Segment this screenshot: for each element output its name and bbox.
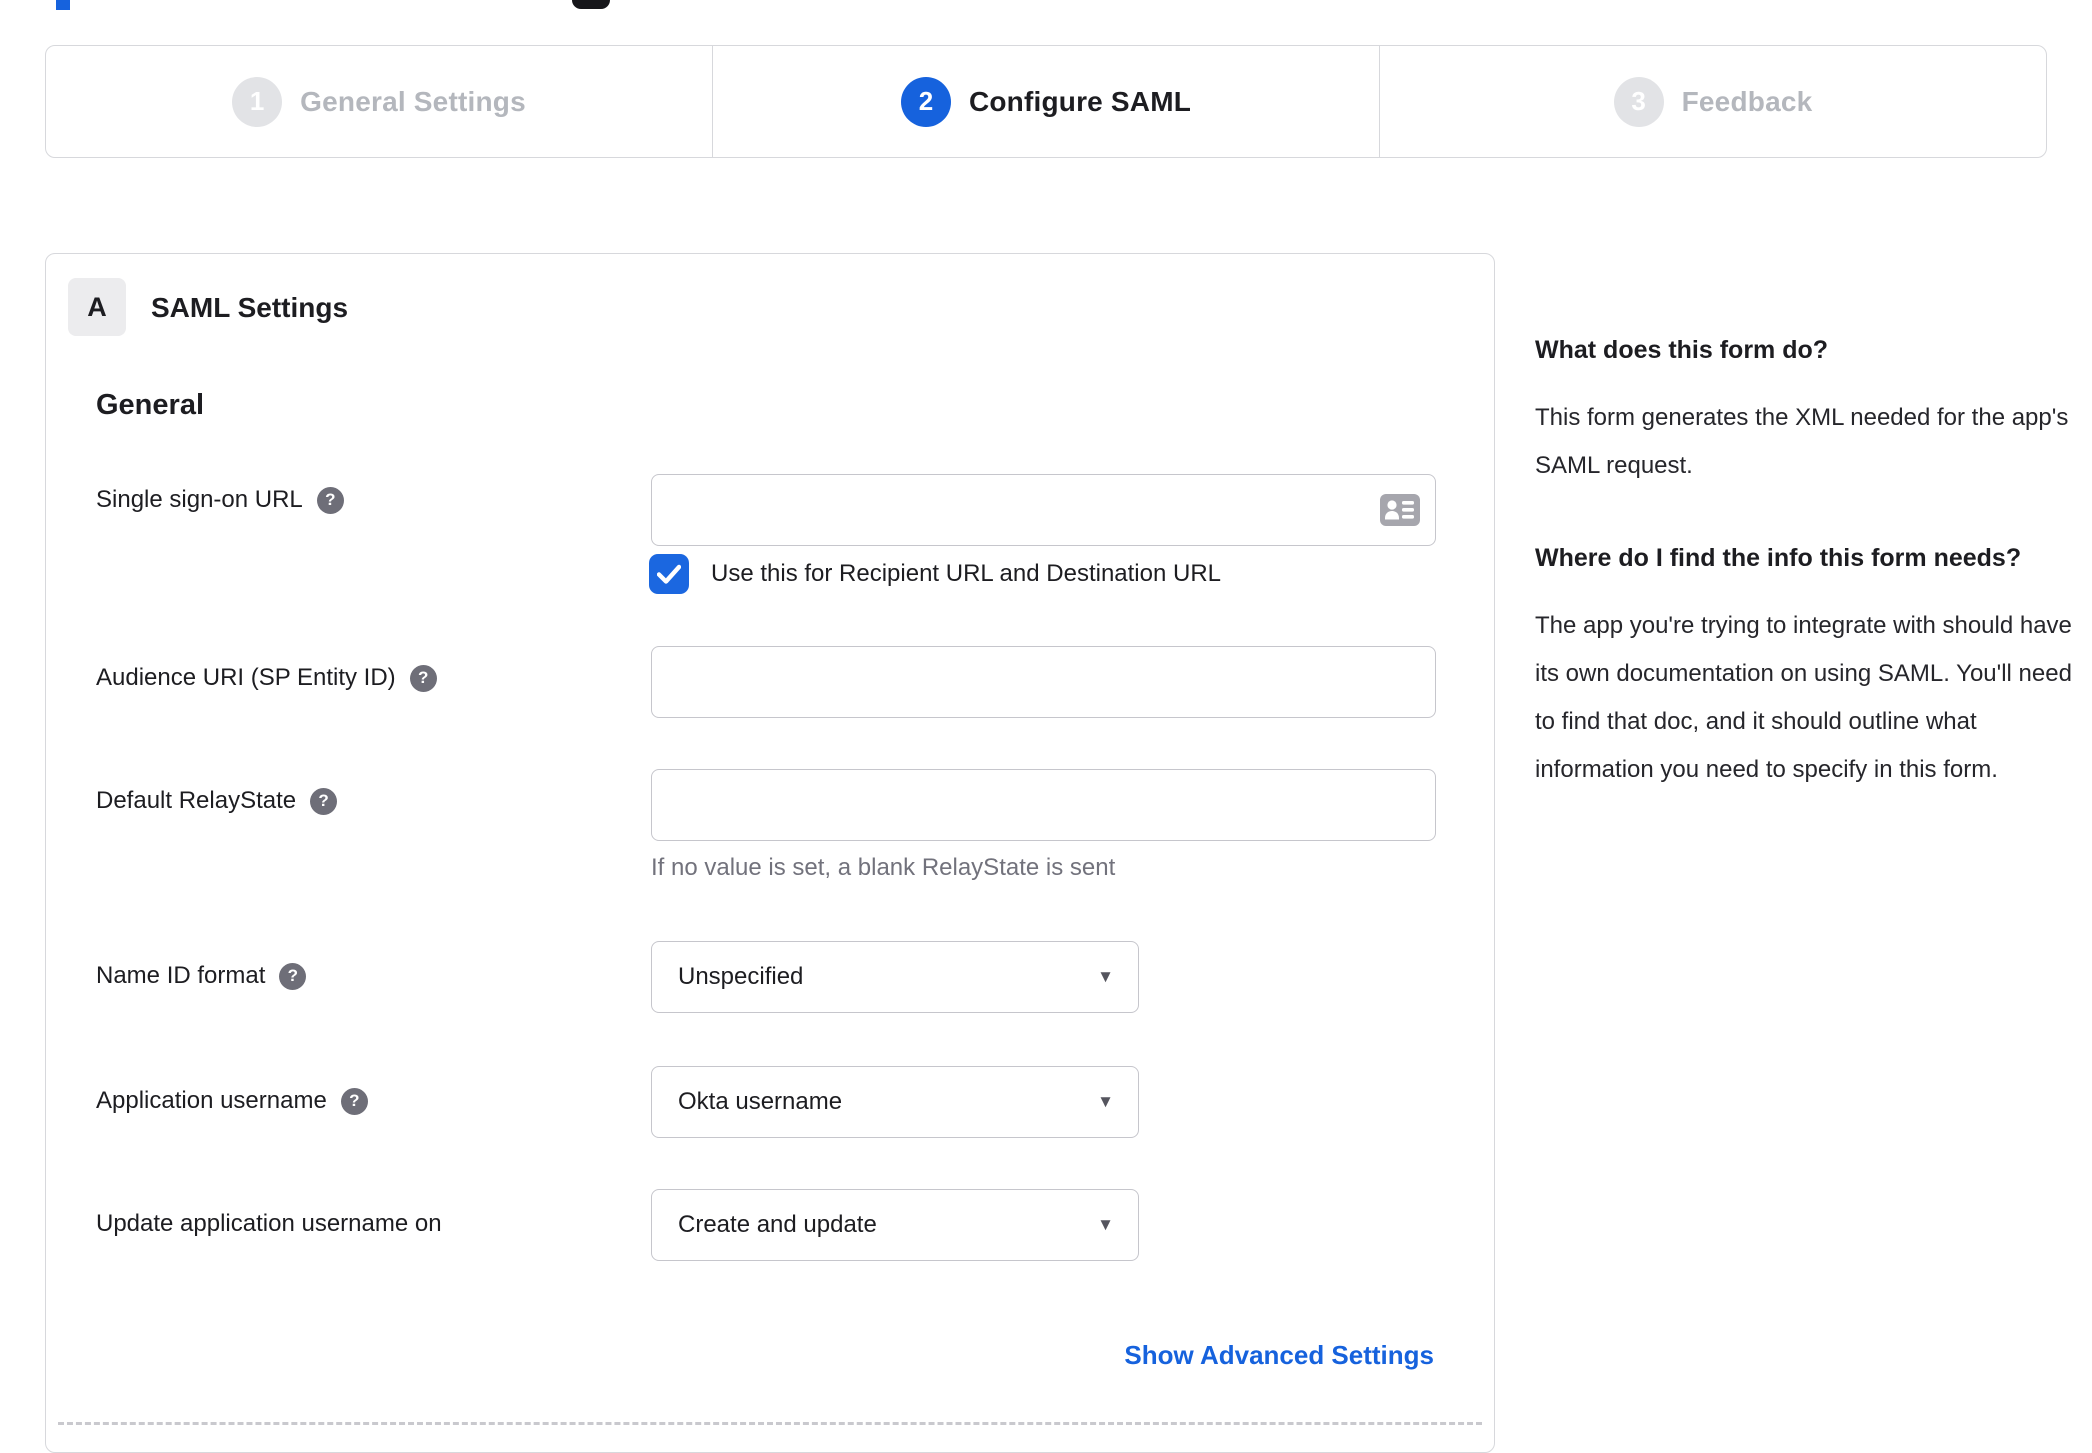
application-username-value: Okta username xyxy=(678,1088,843,1115)
chevron-down-icon: ▼ xyxy=(1097,1215,1114,1234)
audience-uri-label: Audience URI (SP Entity ID) ? xyxy=(96,664,437,692)
help-icon[interactable]: ? xyxy=(310,787,338,815)
application-username-label: Application username ? xyxy=(96,1087,368,1115)
sidebar-heading-1: What does this form do? xyxy=(1535,336,1829,364)
group-title-general: General xyxy=(96,389,204,421)
default-relaystate-input[interactable] xyxy=(651,769,1436,841)
clipped-blue-tab-fragment xyxy=(56,0,70,10)
update-app-username-label-text: Update application username on xyxy=(96,1210,442,1237)
show-advanced-settings-link[interactable]: Show Advanced Settings xyxy=(1124,1340,1434,1371)
sidebar-body-2: The app you're trying to integrate with … xyxy=(1535,612,2072,783)
single-sign-on-url-field-wrap xyxy=(651,474,1436,546)
step-2-label: Configure SAML xyxy=(968,85,1192,117)
sidebar-body-1: This form generates the XML needed for t… xyxy=(1535,404,2069,479)
recipient-url-checkbox-row: Use this for Recipient URL and Destinati… xyxy=(649,554,1221,594)
section-a-badge: A xyxy=(68,278,126,336)
update-app-username-value: Create and update xyxy=(678,1211,877,1238)
update-app-username-select[interactable]: Create and update ▼ xyxy=(651,1189,1139,1261)
wizard-stepper: 1 General Settings 2 Configure SAML 3 Fe… xyxy=(45,45,2047,158)
contact-card-icon[interactable] xyxy=(1380,494,1420,526)
audience-uri-label-text: Audience URI (SP Entity ID) xyxy=(96,664,396,691)
step-3-label: Feedback xyxy=(1681,85,1813,117)
relaystate-hint: If no value is set, a blank RelayState i… xyxy=(651,854,1116,881)
single-sign-on-url-label-text: Single sign-on URL xyxy=(96,486,303,513)
name-id-format-value: Unspecified xyxy=(678,963,804,990)
help-icon[interactable]: ? xyxy=(316,486,344,514)
step-general-settings[interactable]: 1 General Settings xyxy=(46,46,712,157)
section-title: SAML Settings xyxy=(151,292,349,323)
sidebar-heading-2: Where do I find the info this form needs… xyxy=(1535,544,2022,572)
name-id-format-select[interactable]: Unspecified ▼ xyxy=(651,941,1139,1013)
help-sidebar: What does this form do? This form genera… xyxy=(1535,328,2083,840)
single-sign-on-url-label: Single sign-on URL ? xyxy=(96,486,344,514)
saml-settings-panel: A SAML Settings General Single sign-on U… xyxy=(45,253,1495,1453)
step-feedback[interactable]: 3 Feedback xyxy=(1379,46,2046,157)
help-icon[interactable]: ? xyxy=(279,962,307,990)
chevron-down-icon: ▼ xyxy=(1097,1092,1114,1111)
step-2-number: 2 xyxy=(900,76,951,127)
clipped-black-icon-fragment xyxy=(572,0,610,9)
recipient-url-checkbox[interactable] xyxy=(649,554,689,594)
audience-uri-input[interactable] xyxy=(651,646,1436,718)
help-icon[interactable]: ? xyxy=(409,664,437,692)
dashed-divider xyxy=(58,1422,1482,1425)
application-username-label-text: Application username xyxy=(96,1087,327,1114)
single-sign-on-url-input[interactable] xyxy=(651,474,1436,546)
step-configure-saml[interactable]: 2 Configure SAML xyxy=(712,46,1379,157)
recipient-url-checkbox-label: Use this for Recipient URL and Destinati… xyxy=(711,560,1222,587)
step-3-number: 3 xyxy=(1613,76,1664,127)
default-relaystate-label: Default RelayState ? xyxy=(96,787,338,815)
default-relaystate-label-text: Default RelayState xyxy=(96,787,297,814)
update-app-username-label: Update application username on xyxy=(96,1210,442,1238)
application-username-select[interactable]: Okta username ▼ xyxy=(651,1066,1139,1138)
name-id-format-label: Name ID format ? xyxy=(96,962,307,990)
name-id-format-label-text: Name ID format xyxy=(96,962,266,989)
chevron-down-icon: ▼ xyxy=(1097,967,1114,986)
step-1-number: 1 xyxy=(232,76,283,127)
step-1-label: General Settings xyxy=(300,85,526,117)
help-icon[interactable]: ? xyxy=(340,1087,368,1115)
